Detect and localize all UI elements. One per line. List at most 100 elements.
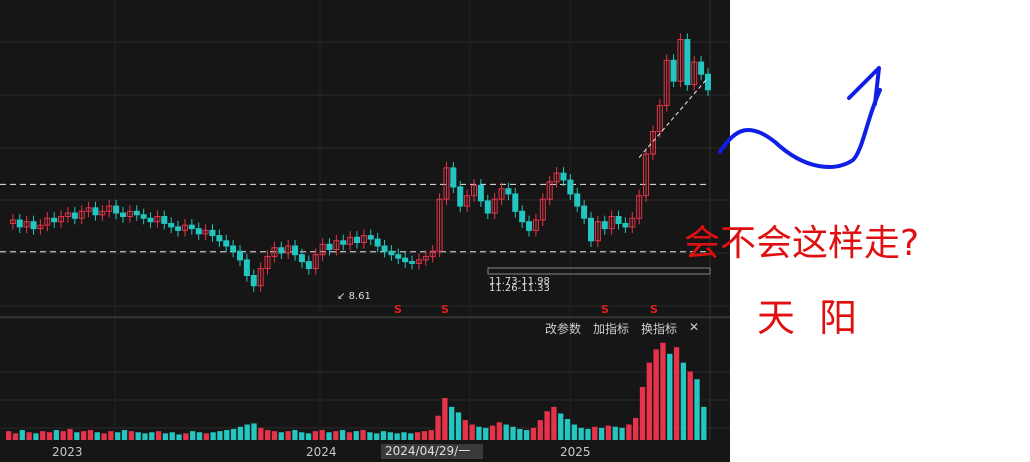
volume-bar bbox=[387, 432, 393, 440]
volume-bar bbox=[585, 428, 591, 440]
close-icon[interactable]: ✕ bbox=[689, 320, 699, 337]
volume-bar bbox=[60, 431, 66, 440]
volume-bar bbox=[237, 426, 244, 440]
stock-chart-panel[interactable]: ↙ 8.61 11.73-11.98 11.26-11.33 S S S S 改… bbox=[0, 0, 730, 462]
candle-body bbox=[601, 221, 608, 230]
candle-body bbox=[615, 216, 622, 224]
volume-bar bbox=[469, 424, 475, 440]
candle-body bbox=[250, 275, 257, 287]
volume-bar bbox=[408, 433, 414, 440]
volume-bar bbox=[312, 431, 319, 440]
candle-body bbox=[147, 217, 154, 223]
volume-bar bbox=[646, 362, 652, 440]
x-tick-label: 2024 bbox=[306, 445, 337, 459]
volume-bar bbox=[210, 432, 216, 440]
volume-bar bbox=[476, 426, 482, 440]
volume-bar bbox=[442, 398, 448, 440]
candle-body bbox=[477, 184, 484, 202]
volume-bar bbox=[701, 406, 707, 440]
volume-bar bbox=[694, 379, 700, 440]
volume-bar bbox=[360, 430, 366, 440]
volume-bar bbox=[626, 424, 632, 440]
volume-bar bbox=[285, 431, 291, 440]
signal-marker[interactable]: S bbox=[441, 303, 449, 316]
candle-body bbox=[340, 240, 347, 245]
volume-bar bbox=[578, 427, 584, 440]
candle-body bbox=[457, 186, 464, 207]
volume-bar bbox=[455, 412, 462, 440]
candle-body bbox=[588, 217, 594, 242]
volume-bar bbox=[115, 432, 121, 440]
volume-bar bbox=[196, 432, 203, 440]
volume-bar bbox=[687, 371, 693, 440]
volume-bar bbox=[346, 432, 353, 440]
x-tick-label: 2023 bbox=[52, 445, 83, 459]
candle-body bbox=[560, 172, 567, 181]
volume-bar bbox=[80, 431, 87, 440]
volume-bar bbox=[12, 433, 19, 440]
candle-body bbox=[505, 188, 512, 195]
volume-bar bbox=[203, 433, 209, 440]
price-zone-box bbox=[487, 267, 711, 275]
volume-bar bbox=[544, 411, 550, 440]
volume-bar bbox=[537, 420, 543, 440]
volume-bar bbox=[367, 432, 373, 440]
volume-bar bbox=[435, 415, 441, 440]
candle-body bbox=[567, 179, 574, 195]
signal-marker[interactable]: S bbox=[601, 303, 609, 316]
volume-bar bbox=[619, 427, 625, 440]
volume-bar bbox=[571, 424, 578, 440]
signal-marker[interactable]: S bbox=[394, 303, 402, 316]
candle-body bbox=[140, 214, 147, 219]
candle-body bbox=[381, 245, 388, 252]
volume-bar bbox=[53, 430, 60, 440]
volume-bar bbox=[224, 430, 230, 440]
volume-bar bbox=[517, 428, 523, 440]
candle-body bbox=[168, 222, 175, 228]
volume-bar bbox=[40, 431, 46, 440]
volume-bar bbox=[598, 427, 605, 440]
volume-bar bbox=[230, 428, 237, 440]
volume-bar bbox=[401, 432, 407, 440]
candle-body bbox=[113, 205, 120, 214]
x-tick-label: 2025 bbox=[560, 445, 591, 459]
add-indicator-button[interactable]: 加指标 bbox=[593, 320, 629, 337]
volume-bar bbox=[251, 423, 257, 440]
volume-bar bbox=[353, 431, 359, 440]
candle-body bbox=[71, 212, 78, 219]
candle-body bbox=[161, 216, 168, 224]
switch-indicator-button[interactable]: 换指标 bbox=[641, 320, 677, 337]
volume-bar bbox=[462, 420, 468, 440]
volume-bar bbox=[564, 419, 571, 440]
candle-body bbox=[216, 235, 223, 242]
volume-bar bbox=[217, 431, 223, 440]
volume-bar bbox=[190, 431, 196, 440]
volume-bar bbox=[605, 425, 612, 440]
candle-body bbox=[670, 59, 677, 82]
volume-bar bbox=[667, 353, 673, 440]
candle-body bbox=[298, 254, 305, 263]
volume-bar bbox=[258, 427, 264, 440]
candle-body bbox=[188, 224, 195, 230]
volume-bar bbox=[496, 422, 503, 440]
candle-body bbox=[51, 217, 58, 223]
volume-bar bbox=[46, 432, 53, 440]
edit-params-button[interactable]: 改参数 bbox=[545, 320, 581, 337]
volume-bar bbox=[149, 432, 155, 440]
signal-marker[interactable]: S bbox=[650, 303, 658, 316]
candle-body bbox=[698, 61, 705, 75]
volume-bar bbox=[449, 406, 455, 440]
volume-bar bbox=[155, 431, 162, 440]
candle-body bbox=[230, 245, 237, 252]
volume-bar bbox=[333, 431, 339, 440]
volume-bar bbox=[510, 426, 516, 440]
candle-body bbox=[374, 238, 381, 247]
volume-bar bbox=[530, 427, 537, 440]
candlestick-chart[interactable] bbox=[0, 0, 730, 462]
volume-bar bbox=[101, 433, 107, 440]
candle-body bbox=[223, 240, 230, 247]
volume-bar bbox=[87, 430, 94, 440]
candle-body bbox=[292, 245, 299, 256]
candle-body bbox=[512, 193, 519, 212]
candle-body bbox=[409, 261, 416, 264]
